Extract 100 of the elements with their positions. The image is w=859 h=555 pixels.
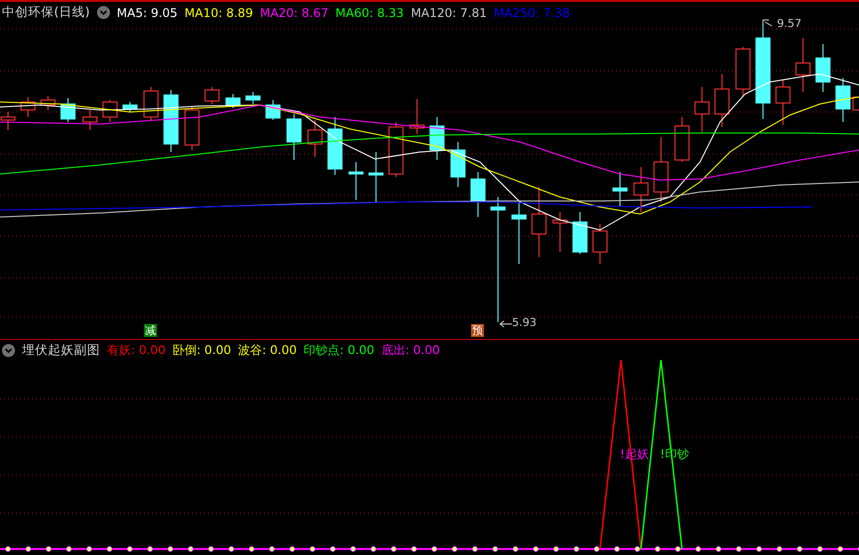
candlestick [368,152,384,202]
baseline-dot [634,546,640,552]
baseline-dot [574,546,580,552]
candlestick [82,110,98,130]
baseline-dot [391,546,396,552]
arrow-icon [762,20,772,26]
baseline-dot [696,546,701,552]
baseline-dot [817,546,823,552]
baseline-dot [188,546,194,552]
baseline-dot [776,546,782,552]
baseline-dot [147,546,153,552]
baseline-dot [5,546,11,552]
baseline-dot [838,546,843,552]
candlestick [736,46,750,98]
indicator-value: 底出: 0.00 [381,342,440,359]
candlestick [714,74,730,128]
baseline-dot [46,546,52,552]
baseline-dot [756,546,762,552]
candlestick [836,78,850,122]
baseline-dot [350,546,356,552]
arrow-icon [500,320,512,328]
baseline-dot [716,546,722,552]
baseline-dot [654,546,660,552]
baseline-dot [228,546,234,552]
baseline-dot [411,546,417,552]
candlestick [816,44,830,92]
candlestick [612,172,628,208]
indicator-title: 埋伏起妖副图 [22,342,100,359]
candlestick [348,162,364,200]
indicator-value: 波谷: 0.00 [238,342,297,359]
candlestick [204,86,220,104]
signal-marker: 减 [144,324,157,337]
indicator-value: 有妖: 0.00 [107,342,166,359]
high-price-label: 9.57 [777,18,802,30]
baseline-dot [26,546,31,552]
baseline-dot [797,546,802,552]
candlestick [796,38,810,92]
candlestick [164,90,178,152]
baseline-dot [553,546,559,552]
indicator-value: 印钞点: 0.00 [304,342,374,359]
candlestick [776,80,790,126]
candlestick [184,106,200,150]
baseline-dot [736,546,742,552]
baseline-dot [675,546,681,552]
baseline-dot [452,546,458,552]
candlestick [674,116,690,162]
baseline-dot [168,546,174,552]
candlestick [694,86,710,132]
dropdown-icon[interactable] [2,344,15,357]
stock-title: 中创环保(日线) [2,4,90,21]
baseline-dot [269,546,275,552]
baseline-dot [432,546,437,552]
baseline-dot [330,546,336,552]
indicator-value: MA250: 7.38 [494,6,570,20]
candlestick [144,86,158,120]
baseline-dot [512,546,518,552]
baseline-dot [106,546,112,552]
indicator-value: MA120: 7.81 [410,6,487,20]
candlestick [654,136,668,202]
candlestick [266,100,280,120]
baseline-dot [614,546,620,552]
baseline-dot [594,546,600,552]
baseline-dot [86,546,92,552]
candlestick [40,96,56,110]
candlestick [60,98,76,122]
candlestick [410,98,424,134]
candlestick [470,172,486,218]
indicator-value: MA10: 8.89 [184,6,253,20]
baseline-dot [533,546,538,552]
baseline-dot [310,546,316,552]
baseline-dot [66,546,72,552]
indicator-value: MA20: 8.67 [260,6,328,20]
candlestick [532,186,546,258]
candlestick [246,92,260,104]
candlestick [226,94,240,108]
baseline-dot [127,546,132,552]
baseline-dot [248,546,254,552]
baseline-dot [472,546,478,552]
candlestick [102,100,118,122]
baseline-dot [290,546,295,552]
candlestick [552,212,568,252]
baseline-dot [208,546,214,552]
candlestick [450,142,466,188]
indicator-value: MA60: 8.33 [335,6,404,20]
low-price-label: 5.93 [512,317,536,329]
baseline-dot [370,546,376,552]
candlestick [430,116,444,160]
candlestick [308,120,322,158]
candlestick [512,202,526,264]
indicator-value: MA5: 9.05 [116,6,178,20]
dropdown-icon[interactable] [96,6,110,19]
candlestick [122,102,138,112]
candlestick [286,114,302,160]
baseline-dot [492,546,498,552]
candlestick [634,166,648,212]
candlestick [20,96,36,118]
candlestick [388,122,404,178]
signal-marker: 预 [471,324,484,337]
candlestick [592,224,608,264]
candlestick [328,116,342,176]
